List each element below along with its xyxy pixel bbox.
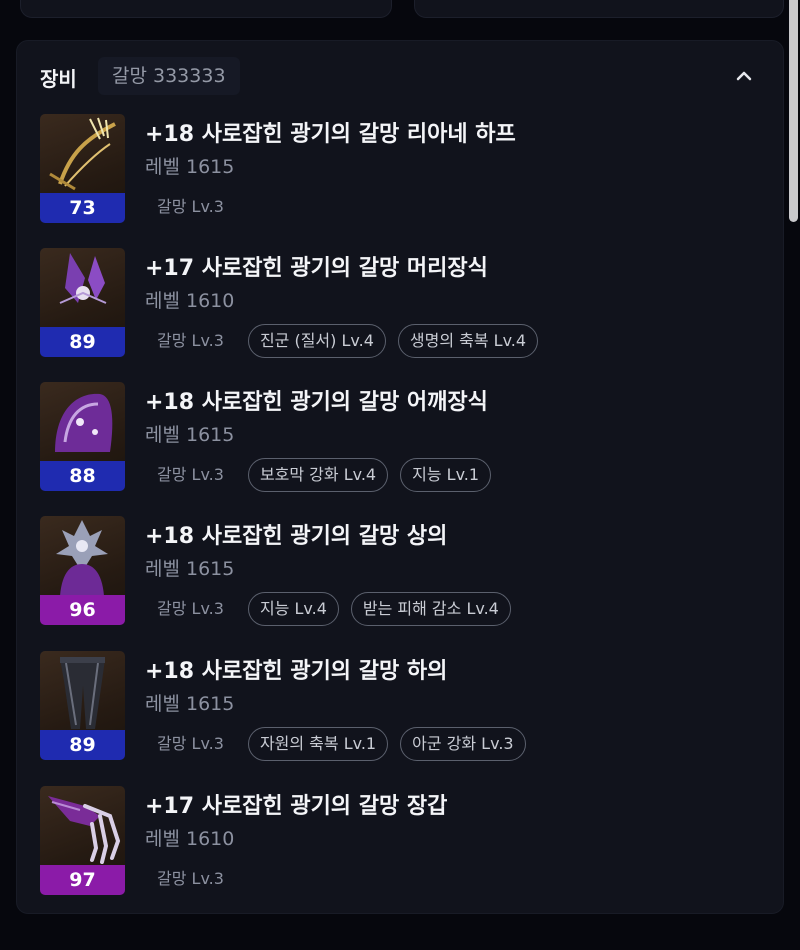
pants-icon: 89 xyxy=(40,651,125,760)
item-name: +18 사로잡힌 광기의 갈망 하의 xyxy=(145,659,448,684)
summary-chip: 갈망 333333 xyxy=(98,57,240,95)
gloves-icon: 97 xyxy=(40,786,125,895)
item-name: +18 사로잡힌 광기의 갈망 리아네 하프 xyxy=(145,122,516,147)
collapse-button[interactable] xyxy=(730,62,758,90)
item-name: +17 사로잡힌 광기의 갈망 장갑 xyxy=(145,794,448,819)
item-name: +18 사로잡힌 광기의 갈망 상의 xyxy=(145,524,448,549)
set-label: 갈망 Lv.3 xyxy=(157,734,224,753)
headpiece-icon: 89 xyxy=(40,248,125,357)
quality-badge: 88 xyxy=(40,461,125,491)
equipment-item[interactable]: 97 +17 사로잡힌 광기의 갈망 장갑 레벨 1610 갈망 Lv.3 xyxy=(40,786,760,898)
quality-badge: 89 xyxy=(40,730,125,760)
item-level: 레벨 1615 xyxy=(145,693,235,715)
section-title: 장비 xyxy=(40,67,77,91)
engraving-tag[interactable]: 진군 (질서) Lv.4 xyxy=(247,324,386,358)
engraving-tag[interactable]: 자원의 축복 Lv.1 xyxy=(247,727,389,761)
top-card-right xyxy=(414,0,784,18)
item-level: 레벨 1615 xyxy=(145,558,235,580)
item-level: 레벨 1615 xyxy=(145,424,235,446)
top-card-left xyxy=(20,0,392,18)
engraving-tag[interactable]: 보호막 강화 Lv.4 xyxy=(247,458,389,492)
item-name: +17 사로잡힌 광기의 갈망 머리장식 xyxy=(145,256,488,281)
equipment-item[interactable]: 89 +18 사로잡힌 광기의 갈망 하의 레벨 1615 갈망 Lv.3 자원… xyxy=(40,651,760,763)
quality-badge: 89 xyxy=(40,327,125,357)
scrollbar[interactable] xyxy=(789,0,798,222)
engraving-tag[interactable]: 지능 Lv.4 xyxy=(247,592,339,626)
engraving-tag[interactable]: 받는 피해 감소 Lv.4 xyxy=(350,592,511,626)
item-level: 레벨 1610 xyxy=(145,828,235,850)
item-level: 레벨 1615 xyxy=(145,156,235,178)
equipment-item[interactable]: 73 +18 사로잡힌 광기의 갈망 리아네 하프 레벨 1615 갈망 Lv.… xyxy=(40,114,760,226)
chevron-up-icon xyxy=(736,71,752,81)
engraving-tag[interactable]: 지능 Lv.1 xyxy=(400,458,492,492)
equipment-item[interactable]: 89 +17 사로잡힌 광기의 갈망 머리장식 레벨 1610 갈망 Lv.3 … xyxy=(40,248,760,360)
chest-armor-icon: 96 xyxy=(40,516,125,625)
equipment-item[interactable]: 88 +18 사로잡힌 광기의 갈망 어깨장식 레벨 1615 갈망 Lv.3 … xyxy=(40,382,760,494)
item-level: 레벨 1610 xyxy=(145,290,235,312)
equipment-item[interactable]: 96 +18 사로잡힌 광기의 갈망 상의 레벨 1615 갈망 Lv.3 지능… xyxy=(40,516,760,628)
quality-badge: 97 xyxy=(40,865,125,895)
engraving-tag[interactable]: 생명의 축복 Lv.4 xyxy=(397,324,539,358)
engraving-tag[interactable]: 아군 강화 Lv.3 xyxy=(400,727,526,761)
quality-badge: 73 xyxy=(40,193,125,223)
set-label: 갈망 Lv.3 xyxy=(157,331,224,350)
quality-badge: 96 xyxy=(40,595,125,625)
item-name: +18 사로잡힌 광기의 갈망 어깨장식 xyxy=(145,390,488,415)
set-label: 갈망 Lv.3 xyxy=(157,197,224,216)
set-label: 갈망 Lv.3 xyxy=(157,599,224,618)
set-label: 갈망 Lv.3 xyxy=(157,869,224,888)
set-label: 갈망 Lv.3 xyxy=(157,465,224,484)
harp-icon: 73 xyxy=(40,114,125,223)
shoulder-icon: 88 xyxy=(40,382,125,491)
